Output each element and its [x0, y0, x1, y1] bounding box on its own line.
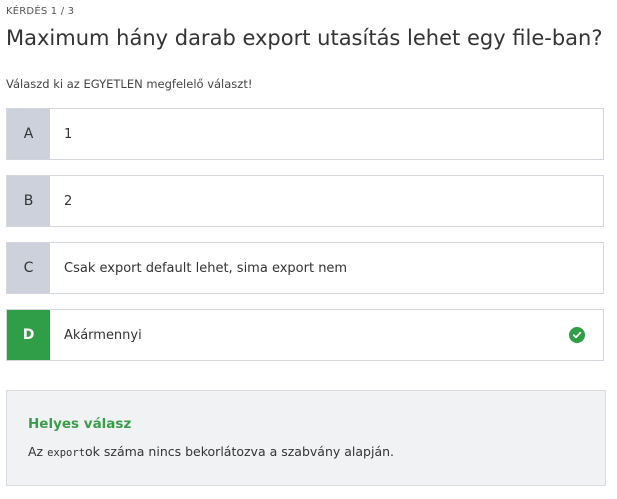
- option-letter: C: [7, 243, 50, 293]
- option-letter: B: [7, 176, 50, 226]
- answer-option-b[interactable]: B 2: [6, 175, 604, 227]
- option-text: Akármennyi: [64, 327, 142, 343]
- feedback-text-after: ok száma nincs bekorlátozva a szabvány a…: [85, 444, 394, 459]
- feedback-text-before: Az: [28, 444, 48, 459]
- answer-option-d[interactable]: D Akármennyi: [6, 309, 604, 361]
- option-letter: D: [7, 310, 50, 360]
- option-letter: A: [7, 109, 50, 159]
- option-text: Csak export default lehet, sima export n…: [64, 260, 348, 276]
- answer-option-a[interactable]: A 1: [6, 108, 604, 160]
- feedback-code: export: [47, 447, 86, 459]
- answer-option-c[interactable]: C Csak export default lehet, sima export…: [6, 242, 604, 294]
- instruction-text: Válaszd ki az EGYETLEN megfelelő választ…: [6, 77, 253, 91]
- feedback-title: Helyes válasz: [28, 416, 132, 432]
- question-counter: KÉRDÉS 1 / 3: [6, 6, 75, 17]
- feedback-panel: Helyes válasz Az exportok száma nincs be…: [6, 390, 606, 486]
- option-text: 2: [64, 193, 73, 209]
- question-title: Maximum hány darab export utasítás lehet…: [6, 26, 603, 50]
- option-text: 1: [64, 126, 73, 142]
- feedback-explanation: Az exportok száma nincs bekorlátozva a s…: [28, 444, 605, 459]
- check-circle-icon: [569, 327, 585, 343]
